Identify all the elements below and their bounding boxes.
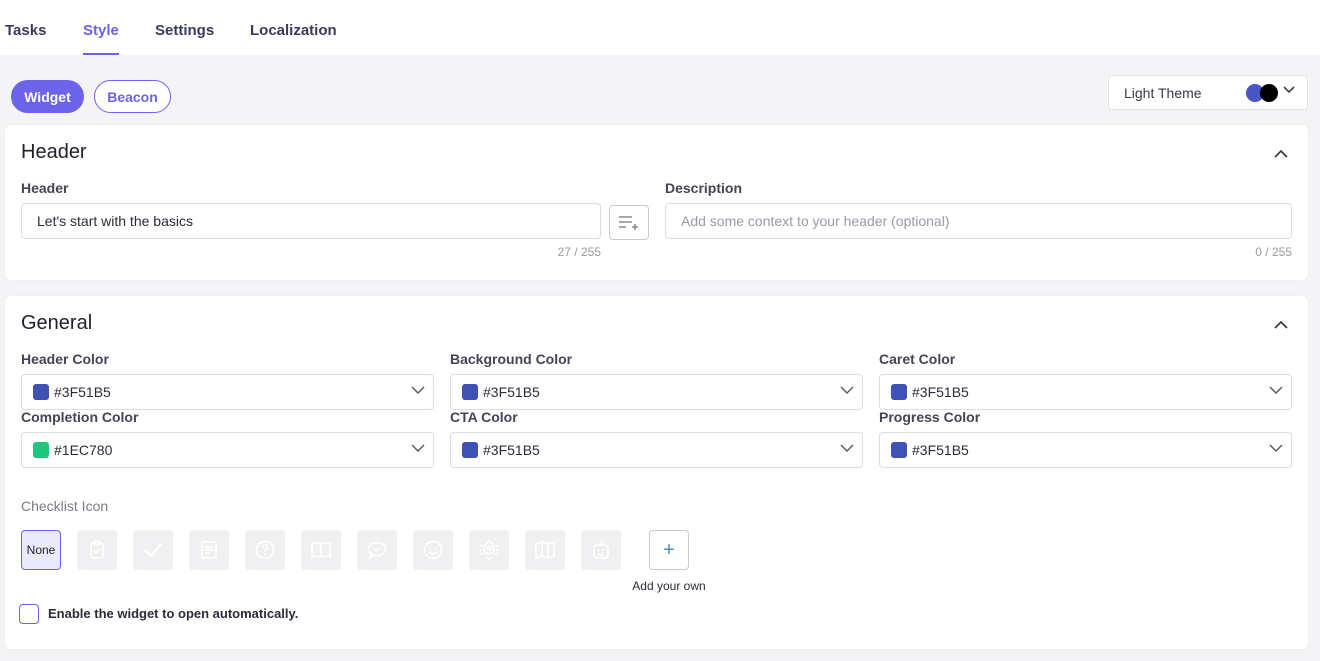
icon-option-chat[interactable] (357, 530, 397, 570)
icon-option-book[interactable] (301, 530, 341, 570)
caret-color-value: #3F51B5 (912, 384, 969, 400)
color-swatch (891, 384, 907, 400)
chevron-down-icon (1269, 386, 1283, 394)
checklist-icon-label: Checklist Icon (21, 498, 109, 514)
auto-open-checkbox[interactable] (19, 604, 39, 624)
tab-tasks[interactable]: Tasks (5, 22, 46, 55)
color-swatch (462, 384, 478, 400)
header-card-title: Header (21, 141, 87, 163)
beacon-mode-button[interactable]: Beacon (94, 80, 171, 113)
icon-option-none[interactable]: None (21, 530, 61, 570)
caret-color-label: Caret Color (879, 351, 956, 367)
add-your-own-label: Add your own (632, 579, 706, 593)
icon-option-question[interactable] (245, 530, 285, 570)
description-input[interactable]: Add some context to your header (optiona… (665, 203, 1292, 239)
chevron-down-icon (411, 444, 425, 452)
color-swatch (33, 384, 49, 400)
question-circle-icon (255, 540, 275, 560)
completion-color-label: Completion Color (21, 409, 139, 425)
chat-bubble-icon (367, 541, 387, 561)
tab-style[interactable]: Style (83, 22, 119, 55)
open-book-icon (311, 542, 331, 559)
general-card-title: General (21, 312, 93, 334)
cta-color-label: CTA Color (450, 409, 518, 425)
header-char-counter: 27 / 255 (557, 245, 601, 259)
theme-select-value: Light Theme (1124, 84, 1202, 101)
robot-icon (593, 541, 609, 559)
background-color-value: #3F51B5 (483, 384, 540, 400)
document-icon (201, 541, 217, 559)
color-swatch (462, 442, 478, 458)
completion-color-value: #1EC780 (54, 442, 113, 458)
tab-localization[interactable]: Localization (250, 22, 337, 55)
background-color-select[interactable]: #3F51B5 (450, 374, 863, 410)
icon-option-map[interactable] (525, 530, 565, 570)
map-icon (535, 540, 555, 560)
chevron-down-icon (840, 386, 854, 394)
background-color-label: Background Color (450, 351, 573, 367)
top-nav: Tasks Style Settings Localization (0, 0, 1320, 55)
color-swatch (891, 442, 907, 458)
list-add-icon (619, 215, 638, 230)
auto-open-label: Enable the widget to open automatically. (48, 606, 299, 621)
progress-color-select[interactable]: #3F51B5 (879, 432, 1292, 468)
completion-color-select[interactable]: #1EC780 (21, 432, 434, 468)
icon-option-document[interactable] (189, 530, 229, 570)
insert-variable-button[interactable] (609, 205, 649, 240)
rocket-launch-icon (479, 540, 499, 562)
plus-icon: + (663, 538, 675, 561)
checkmark-icon (144, 543, 162, 558)
description-char-counter: 0 / 255 (1255, 245, 1292, 259)
icon-option-rocket[interactable] (469, 530, 509, 570)
icon-option-check[interactable] (133, 530, 173, 570)
icon-option-robot[interactable] (581, 530, 621, 570)
chevron-down-icon (1283, 86, 1295, 94)
icon-option-clipboard[interactable] (77, 530, 117, 570)
chevron-up-icon[interactable] (1274, 320, 1288, 329)
chevron-down-icon (840, 444, 854, 452)
description-field-label: Description (665, 180, 743, 196)
progress-color-value: #3F51B5 (912, 442, 969, 458)
header-field-label: Header (21, 180, 69, 196)
add-custom-icon-button[interactable]: + (649, 530, 689, 570)
tab-settings[interactable]: Settings (155, 22, 214, 55)
chevron-down-icon (1269, 444, 1283, 452)
header-color-value: #3F51B5 (54, 384, 111, 400)
theme-color-dots (1246, 84, 1286, 102)
icon-option-smiley[interactable] (413, 530, 453, 570)
header-color-select[interactable]: #3F51B5 (21, 374, 434, 410)
general-card: General Header Color #3F51B5 Background … (5, 296, 1308, 649)
color-swatch (33, 442, 49, 458)
header-input[interactable]: Let's start with the basics (21, 203, 601, 239)
progress-color-label: Progress Color (879, 409, 981, 425)
cta-color-select[interactable]: #3F51B5 (450, 432, 863, 468)
chevron-up-icon[interactable] (1274, 149, 1288, 158)
theme-select[interactable]: Light Theme (1108, 75, 1308, 110)
caret-color-select[interactable]: #3F51B5 (879, 374, 1292, 410)
chevron-down-icon (411, 386, 425, 394)
smiley-icon (423, 540, 443, 560)
theme-secondary-dot (1260, 84, 1278, 102)
header-color-label: Header Color (21, 351, 109, 367)
header-card: Header Header Let's start with the basic… (5, 125, 1308, 280)
cta-color-value: #3F51B5 (483, 442, 540, 458)
clipboard-check-icon (90, 540, 104, 559)
widget-mode-button[interactable]: Widget (11, 80, 84, 113)
